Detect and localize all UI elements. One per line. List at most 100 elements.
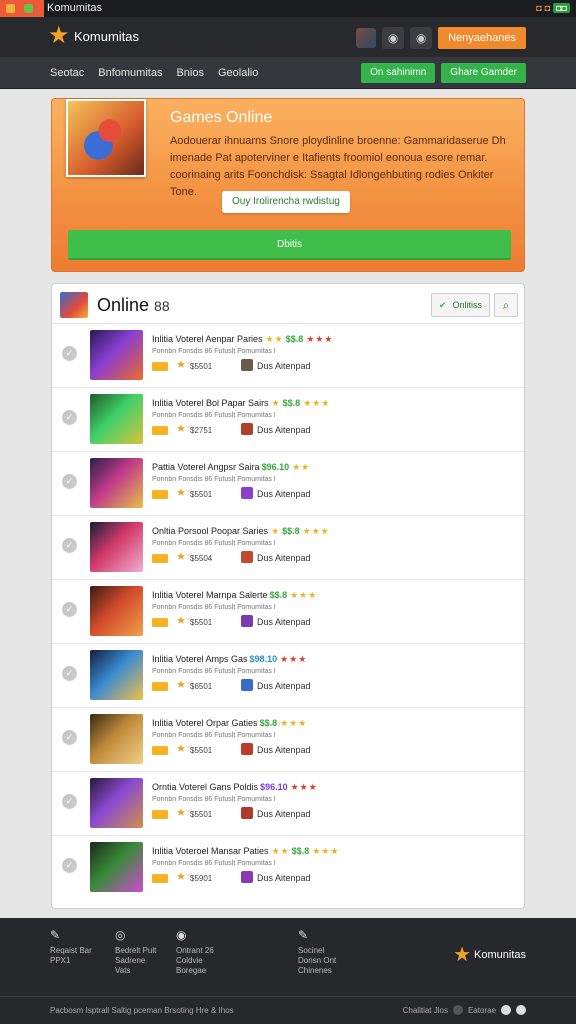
social-icon[interactable] [501,1005,511,1015]
nav-link[interactable]: Bnfomumitas [98,67,162,79]
user-avatar [241,615,253,627]
site-logo[interactable]: Komumitas [48,21,139,50]
nav-links: Seotac Bnfomumitas Bnios Geolalio [50,67,258,79]
footer-link[interactable]: Vats [115,966,156,976]
list-item[interactable]: ✓ Orntia Voterel Gans Poldis $96.10 ★★★ Po… [52,772,524,836]
settings-icon[interactable]: ◉ [382,27,405,49]
footer-link[interactable]: Reqaist Bar [50,946,92,956]
notification-icon[interactable]: ◉ [410,27,433,49]
footer-logo[interactable]: ★ Komunitas [453,942,526,967]
check-icon[interactable]: ✓ [62,730,77,745]
game-title-text: Inlitia Voteroel Mansar Paties [152,846,269,856]
star-icon: ★ [176,615,186,627]
footer-link[interactable]: Bedrelt Pult [115,946,156,956]
game-author[interactable]: Dus Aitenpad [257,681,311,691]
user-avatar [241,679,253,691]
list-item[interactable]: ✓ Inlitia Voterel Orpar Gaties $$.8 ★★★ Po… [52,708,524,772]
game-author[interactable]: Dus Aitenpad [257,873,311,883]
check-icon[interactable]: ✓ [62,538,77,553]
footer-link[interactable]: Boregae [176,966,214,976]
game-meta: Ponnbn Fonsdis 86 Futuslt Fomumitas I [152,540,276,547]
footer-link[interactable]: Socinel [298,946,336,956]
coin-badge-icon [152,810,168,819]
game-meta: Ponnbn Fonsdis 86 Futuslt Fomumitas I [152,860,276,867]
header-cta-button[interactable]: Nenyaehanes [438,27,526,49]
game-thumbnail [90,394,143,444]
rating-stars-icon: ★★★ [280,718,308,728]
footer-bottom-link[interactable]: Eatorae [468,1006,496,1015]
megaphone-icon: ✎ [298,928,309,942]
footer-bottom-links: Chalitiat Jlos Eatorae [403,1005,526,1015]
promo-title: Games Online [170,109,273,126]
game-title-text: Inlitia Voterel Marnpa Salerte [152,590,268,600]
footer-column: ◎ Bedrelt Pult Sadrene Vats [115,928,156,976]
game-author[interactable]: Dus Aitenpad [257,745,311,755]
social-icon[interactable] [516,1005,526,1015]
nav-buttons: On sahinimn Ghare Gamder [361,63,526,83]
game-author[interactable]: Dus Aitenpad [257,553,311,563]
list-item[interactable]: ✓ Inlitia Voterel Aenpar Paries ★★ $$.8 ★★★… [52,324,524,388]
star-icon: ★ [176,807,186,819]
footer-bottom-link[interactable]: Chalitiat Jlos [403,1006,448,1015]
avatar[interactable] [356,28,377,48]
list-item[interactable]: ✓ Pattia Voterel Angpsr Saira $96.10 ★★ Po… [52,452,524,516]
status-icon: ◘ [544,3,551,13]
check-icon[interactable]: ✓ [62,346,77,361]
filter-button[interactable]: Onlitiss [430,293,490,317]
check-icon[interactable]: ✓ [62,602,77,617]
check-icon[interactable]: ✓ [62,474,77,489]
coin-badge-icon [152,682,168,691]
gamepad-icon: ◎ [115,928,126,942]
game-meta: Ponnbn Fonsdis 86 Futuslt Fomumitas I [152,476,276,483]
check-icon[interactable]: ✓ [62,410,77,425]
game-score: $96.10 [261,462,290,472]
game-author[interactable]: Dus Aitenpad [257,489,311,499]
game-author[interactable]: Dus Aitenpad [257,361,311,371]
footer-link[interactable]: Coldvie [176,956,214,966]
game-title: Pattia Voterel Angpsr Saira $96.10 ★★ [152,462,310,473]
globe-icon[interactable] [452,1005,463,1015]
search-icon[interactable]: ⌕ [494,293,518,317]
rating-stars-icon: ★★★ [290,590,318,600]
list-item[interactable]: ✓ Inlitia Voterel Marnpa Salerte $$.8 ★★★ … [52,580,524,644]
tab-dot-icon [24,4,33,13]
people-icon: ◉ [176,928,187,942]
check-icon[interactable]: ✓ [62,858,77,873]
promo-cta-button[interactable]: Dbitis [68,230,511,260]
game-title-text: Inlitia Voterel Bol Papar Sairs [152,398,269,408]
footer-link[interactable]: Sadrene [115,956,156,966]
list-item[interactable]: ✓ Inlitia Voterel Bol Papar Sairs ★ $$.8 ★★… [52,388,524,452]
nav-link[interactable]: Seotac [50,67,84,79]
list-item[interactable]: ✓ Onltia Porsool Poopar Saries ★ $$.8 ★★★ P… [52,516,524,580]
nav-link[interactable]: Bnios [176,67,204,79]
status-indicators: ◘ ◘ ◘◘ [536,3,570,13]
site-footer: ✎ Reqaist Bar PPX1 ◎ Bedrelt Pult Sadren… [0,918,576,1024]
coin-badge-icon [152,874,168,883]
game-author[interactable]: Dus Aitenpad [257,425,311,435]
footer-bottom-bar: Pacbosm Isptrall Saltig pceman Brsoting … [0,996,576,1024]
list-item[interactable]: ✓ Inlitia Voterel Amps Gas $98.10 ★★★ Ponn… [52,644,524,708]
footer-link[interactable]: Ontrant 26 [176,946,214,956]
star-logo-icon [48,21,70,50]
footer-link[interactable]: Chinenes [298,966,336,976]
promo-pill-button[interactable]: Ouy Irolirencha rwdistug [222,191,350,213]
game-author[interactable]: Dus Aitenpad [257,809,311,819]
list-item[interactable]: ✓ Inlitia Voteroel Mansar Paties ★★ $$.8 ★★… [52,836,524,900]
game-title: Orntia Voterel Gans Poldis $96.10 ★★★ [152,782,318,793]
status-icon: ◘ [536,3,542,13]
star-icon: ★ [176,871,186,883]
game-title: Inlitia Voterel Orpar Gaties $$.8 ★★★ [152,718,307,729]
nav-green-button[interactable]: Ghare Gamder [441,63,526,83]
check-icon[interactable]: ✓ [62,666,77,681]
footer-link[interactable]: PPX1 [50,956,92,966]
game-author[interactable]: Dus Aitenpad [257,617,311,627]
game-title: Inlitia Voterel Aenpar Paries ★★ $$.8 ★★★ [152,334,333,345]
game-meta: Ponnbn Fonsdis 86 Futuslt Fomumitas I [152,796,276,803]
nav-link[interactable]: Geolalio [218,67,258,79]
footer-link[interactable]: Donsn Ont [298,956,336,966]
rating-stars-icon: ★★★ [280,654,308,664]
nav-green-button[interactable]: On sahinimn [361,63,436,83]
tab-flag[interactable] [0,0,44,17]
check-icon[interactable]: ✓ [62,794,77,809]
system-bar: Komumitas ◘ ◘ ◘◘ [0,0,576,17]
